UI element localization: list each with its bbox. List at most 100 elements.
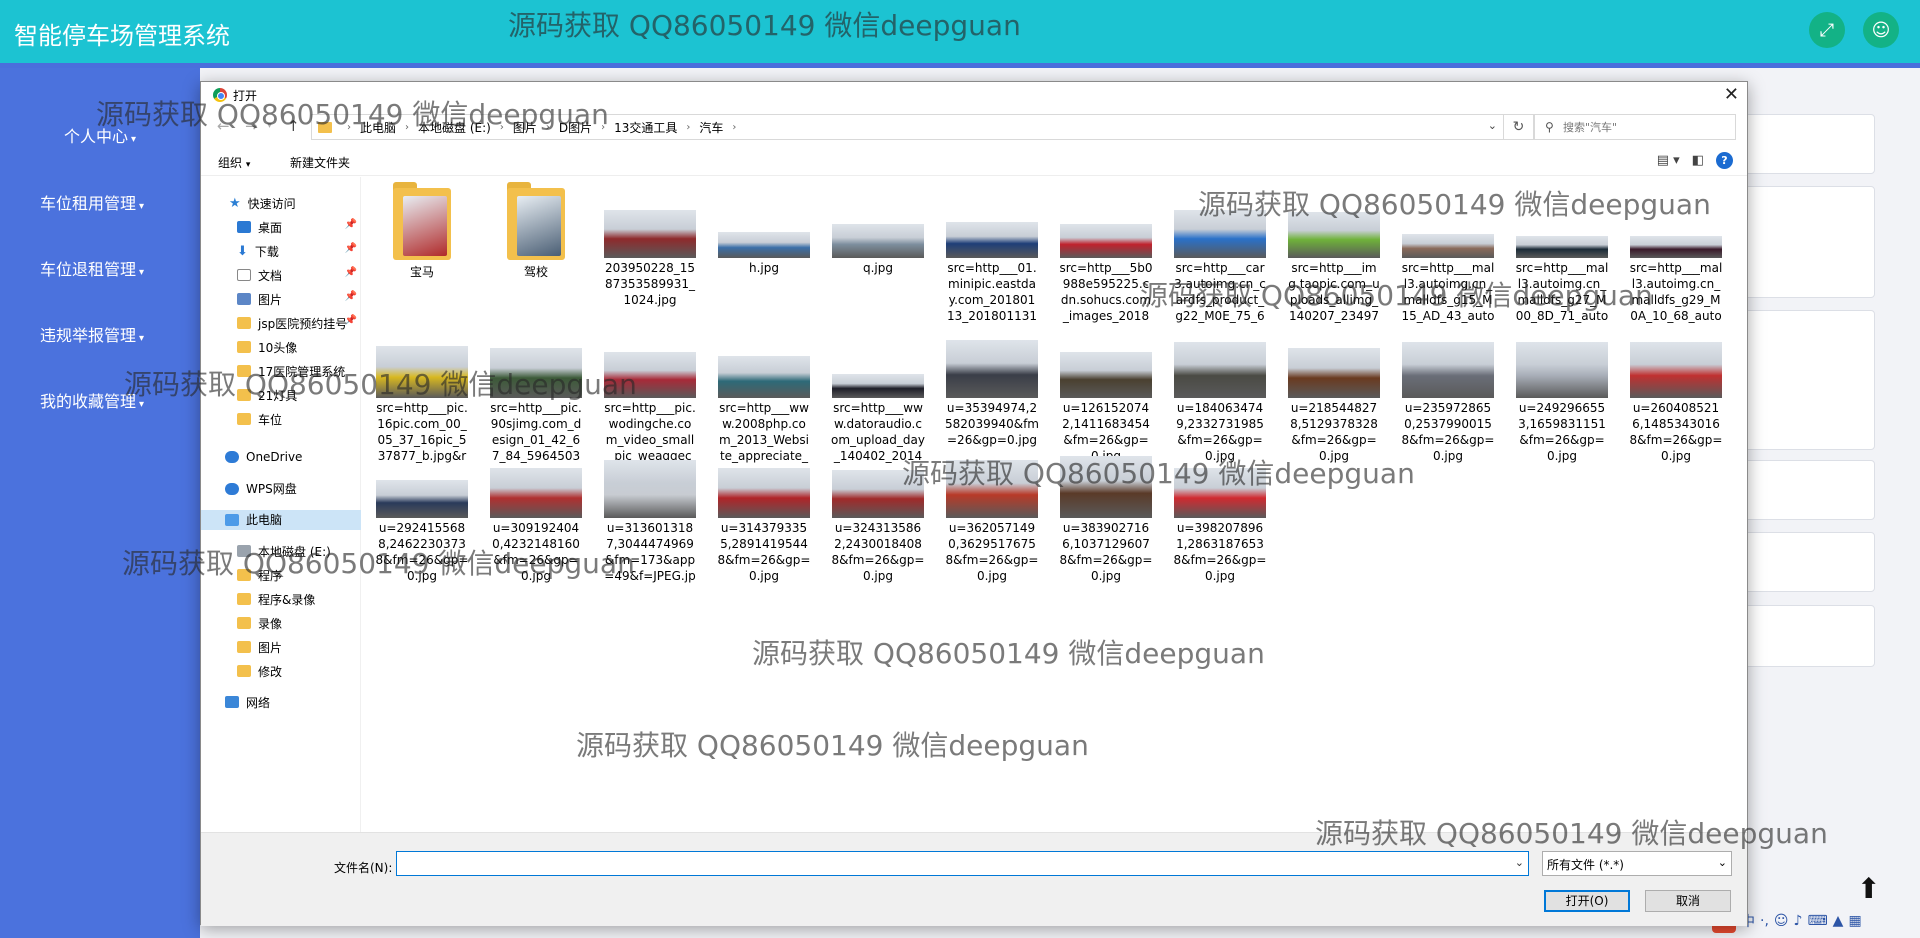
keyboard-icon[interactable]: ⌨ xyxy=(1807,913,1827,929)
file-item[interactable]: u=3620571490,36295176758&fm=26&gp=0.jpg xyxy=(945,454,1039,584)
nav-tree-item[interactable]: 本地磁盘 (E:) xyxy=(201,541,361,561)
open-button[interactable]: 打开(O) xyxy=(1544,890,1630,912)
file-item[interactable]: src=http___mall3.autoimg.cn_malldfs_g29_… xyxy=(1629,182,1723,324)
file-item[interactable]: u=3091924040,4232148160&fm=26&gp=0.jpg xyxy=(489,454,583,584)
image-thumbnail xyxy=(1174,210,1266,258)
file-item[interactable]: u=3839027166,10371296078&fm=26&gp=0.jpg xyxy=(1059,454,1153,584)
chevron-right-icon: › xyxy=(732,121,737,133)
file-item[interactable]: u=2185448278,5129378328&fm=26&gp=0.jpg xyxy=(1287,334,1381,464)
up-icon[interactable]: ↑ xyxy=(287,117,300,135)
nav-tree-item[interactable]: 录像 xyxy=(201,613,361,633)
file-item[interactable]: u=2359728650,25379900158&fm=26&gp=0.jpg xyxy=(1401,334,1495,464)
back-to-top-icon[interactable]: ⬆ xyxy=(1857,872,1880,905)
file-item[interactable]: u=3143793355,28914195448&fm=26&gp=0.jpg xyxy=(717,454,811,584)
breadcrumb-item[interactable]: 图片 xyxy=(513,119,537,136)
user-icon[interactable]: ☺ xyxy=(1863,12,1899,48)
folder-item[interactable]: 驾校 xyxy=(489,182,583,280)
nav-tree-item[interactable]: 车位 xyxy=(201,409,361,429)
breadcrumb-item[interactable]: 此电脑 xyxy=(360,119,396,136)
preview-pane-icon[interactable]: ◧ xyxy=(1692,153,1704,168)
thumbnail-frame xyxy=(831,454,925,520)
nav-tree-item[interactable]: 10头像 xyxy=(201,337,361,357)
organize-button[interactable]: 组织 ▾ xyxy=(218,154,250,171)
nav-tree-item[interactable]: OneDrive xyxy=(201,447,361,467)
cancel-button[interactable]: 取消 xyxy=(1645,890,1731,912)
chevron-down-icon[interactable]: ⌄ xyxy=(1515,856,1524,869)
nav-tree-item[interactable]: 网络 xyxy=(201,692,361,712)
file-item[interactable]: src=http___01.minipic.eastday.com_201801… xyxy=(945,182,1039,324)
nav-tree-item[interactable]: 桌面 📌 xyxy=(201,217,361,237)
nav-tree-item[interactable]: 图片 📌 xyxy=(201,289,361,309)
back-icon[interactable]: ← xyxy=(217,117,230,135)
file-item[interactable]: u=1840634749,2332731985&fm=26&gp=0.jpg xyxy=(1173,334,1267,464)
file-item[interactable]: src=http___car3.autoimg.cn_cardfs_produc… xyxy=(1173,182,1267,324)
nav-tree-item[interactable]: 此电脑 xyxy=(201,509,361,530)
file-item[interactable]: src=http___pic.90sjimg.com_design_01_42_… xyxy=(489,334,583,464)
file-item[interactable]: src=http___mall3.autoimg.cn_malldfs_g27_… xyxy=(1515,182,1609,324)
skin-icon[interactable]: ▲ xyxy=(1833,913,1844,929)
file-item[interactable]: h.jpg xyxy=(717,182,811,276)
file-item[interactable]: u=2492966553,1659831151&fm=26&gp=0.jpg xyxy=(1515,334,1609,464)
file-item[interactable]: src=http___mall3.autoimg.cn_malldfs_g15_… xyxy=(1401,182,1495,324)
dialog-titlebar[interactable]: 打开 ✕ xyxy=(201,82,1747,108)
sidebar-item-report[interactable]: 违规举报管理 ▾ xyxy=(0,322,192,346)
emoji-icon[interactable]: ☺ xyxy=(1774,913,1789,929)
file-item[interactable]: src=http___img.taopic.com_uploads_allimg… xyxy=(1287,182,1381,324)
fullscreen-icon[interactable]: ⤢ xyxy=(1809,12,1845,48)
file-name: u=2604085216,14853430168&fm=26&gp=0.jpg xyxy=(1629,401,1723,463)
filename-input[interactable]: ⌄ xyxy=(396,851,1529,876)
thumbnail-frame xyxy=(489,454,583,520)
breadcrumb-item[interactable]: 13交通工具 xyxy=(614,119,677,136)
nav-tree-item[interactable]: 21灯具 xyxy=(201,385,361,405)
thumbnail-frame xyxy=(1401,334,1495,400)
nav-tree-item[interactable]: ★ 快速访问 xyxy=(201,193,361,213)
nav-tree-item[interactable]: jsp医院预约挂号 📌 xyxy=(201,313,361,333)
punctuation-icon[interactable]: ·, xyxy=(1760,913,1769,929)
close-icon[interactable]: ✕ xyxy=(1724,84,1739,105)
chevron-down-icon[interactable]: ⌄ xyxy=(1488,119,1497,132)
image-thumbnail xyxy=(490,468,582,518)
file-item[interactable]: src=http___www.2008php.com_2013_Website_… xyxy=(717,334,811,464)
nav-tree-item[interactable]: 程序 xyxy=(201,565,361,585)
nav-tree-item[interactable]: 图片 xyxy=(201,637,361,657)
refresh-icon[interactable]: ↻ xyxy=(1504,114,1534,140)
grid-icon[interactable]: ▦ xyxy=(1848,913,1861,929)
image-thumbnail xyxy=(718,356,810,398)
nav-tree-item[interactable]: ⬇ 下载 📌 xyxy=(201,241,361,261)
file-item[interactable]: src=http___www.datoraudio.com_upload_day… xyxy=(831,334,925,464)
sidebar-item-favorites[interactable]: 我的收藏管理 ▾ xyxy=(0,388,192,412)
sidebar-item-profile[interactable]: 个人中心 ▾ xyxy=(0,123,200,147)
help-icon[interactable]: ? xyxy=(1716,152,1733,169)
file-item[interactable]: src=http___5b0988e595225.cdn.sohucs.com_… xyxy=(1059,182,1153,324)
nav-tree-item[interactable]: 修改 xyxy=(201,661,361,681)
breadcrumb-item[interactable]: 汽车 xyxy=(699,119,723,136)
search-input[interactable]: ⚲ 搜索"汽车" xyxy=(1534,114,1736,140)
breadcrumb-item[interactable]: D图片 xyxy=(559,119,592,136)
new-folder-button[interactable]: 新建文件夹 xyxy=(290,154,350,171)
file-item[interactable]: u=3136013187,3044474969&fm=173&app=49&f=… xyxy=(603,454,697,584)
sidebar-item-rent[interactable]: 车位租用管理 ▾ xyxy=(0,190,192,214)
mic-icon[interactable]: ♪ xyxy=(1794,913,1803,929)
folder-item[interactable]: 宝马 xyxy=(375,182,469,280)
nav-tree-item[interactable]: WPS网盘 xyxy=(201,479,361,499)
address-bar[interactable]: › 此电脑 › 本地磁盘 (E:) › 图片 › D图片 › 13交通工具 › … xyxy=(311,114,1504,140)
forward-icon[interactable]: → xyxy=(245,117,258,135)
nav-tree-item[interactable]: 文档 📌 xyxy=(201,265,361,285)
nav-tree-item[interactable]: 程序&录像 xyxy=(201,589,361,609)
file-item[interactable]: u=3243135862,24300184088&fm=26&gp=0.jpg xyxy=(831,454,925,584)
view-mode-icon[interactable]: ▤ ▾ xyxy=(1657,153,1680,168)
recent-chevron-icon[interactable]: ▾ xyxy=(267,120,272,131)
file-item[interactable]: u=3982078961,28631876538&fm=26&gp=0.jpg xyxy=(1173,454,1267,584)
file-item[interactable]: src=http___pic.wodingche.com_video_small… xyxy=(603,334,697,464)
file-item[interactable]: u=1261520742,1411683454&fm=26&gp=0.jpg xyxy=(1059,334,1153,464)
breadcrumb-item[interactable]: 本地磁盘 (E:) xyxy=(418,119,491,136)
file-type-select[interactable]: 所有文件 (*.*) ⌄ xyxy=(1542,851,1732,876)
file-item[interactable]: u=2924155688,24622303738&fm=26&gp=0.jpg xyxy=(375,454,469,584)
file-item[interactable]: 203950228_1587353589931_1024.jpg xyxy=(603,182,697,308)
file-item[interactable]: u=2604085216,14853430168&fm=26&gp=0.jpg xyxy=(1629,334,1723,464)
nav-tree-item[interactable]: 17医院管理系统 xyxy=(201,361,361,381)
file-item[interactable]: src=http___pic.16pic.com_00_05_37_16pic_… xyxy=(375,334,469,464)
sidebar-item-return[interactable]: 车位退租管理 ▾ xyxy=(0,256,192,280)
file-item[interactable]: u=35394974,2582039940&fm=26&gp=0.jpg xyxy=(945,334,1039,448)
file-item[interactable]: q.jpg xyxy=(831,182,925,276)
